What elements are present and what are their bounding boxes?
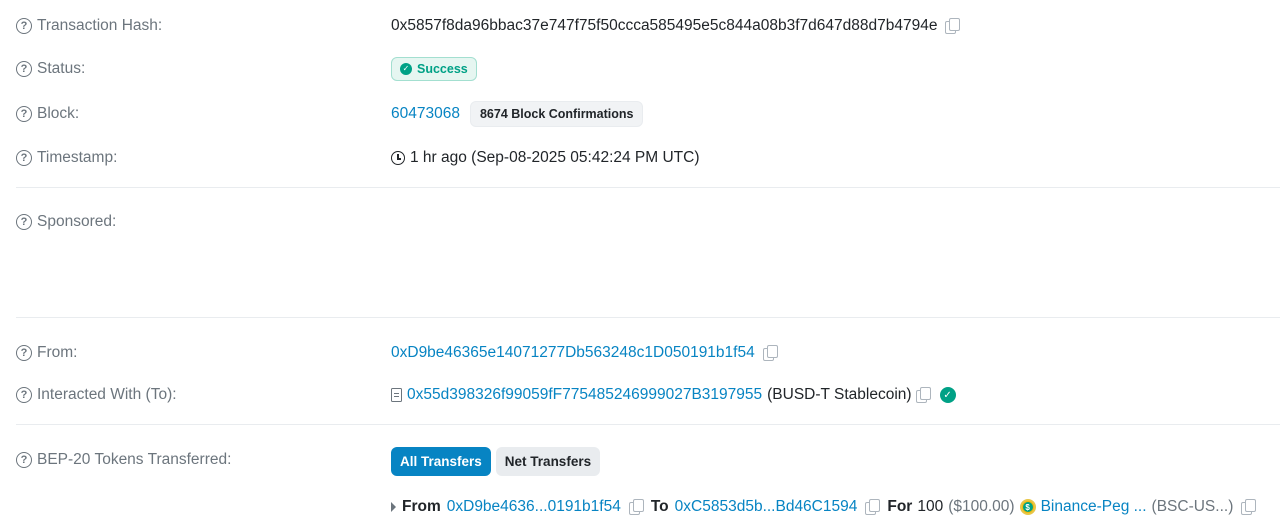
- from-label: ? From:: [16, 344, 376, 362]
- copy-icon[interactable]: [628, 499, 644, 515]
- copy-icon[interactable]: [865, 499, 881, 515]
- tx-hash-label: ? Transaction Hash:: [16, 17, 376, 35]
- status-label: ? Status:: [16, 60, 376, 78]
- help-icon[interactable]: ?: [16, 18, 32, 34]
- tokens-tabs: All Transfers Net Transfers: [391, 447, 601, 476]
- copy-icon[interactable]: [1241, 499, 1257, 515]
- help-icon[interactable]: ?: [16, 106, 32, 122]
- help-icon[interactable]: ?: [16, 452, 32, 468]
- transfer-row: From 0xD9be4636...0191b1f54 To 0xC5853d5…: [16, 495, 1280, 519]
- transfer-from-label: From: [402, 498, 441, 515]
- divider: [16, 187, 1280, 188]
- block-row: ? Block: 60473068 8674 Block Confirmatio…: [16, 101, 1280, 127]
- tx-hash-text: 0x5857f8da96bbac37e747f75f50ccca585495e5…: [391, 17, 938, 34]
- block-number-link[interactable]: 60473068: [391, 105, 460, 123]
- timestamp-label: ? Timestamp:: [16, 149, 376, 167]
- contract-file-icon: [391, 388, 402, 402]
- interacted-label: ? Interacted With (To):: [16, 386, 376, 404]
- tokens-label: ? BEP-20 Tokens Transferred:: [16, 451, 376, 469]
- from-row: ? From: 0xD9be46365e14071277Db563248c1D0…: [16, 341, 1280, 365]
- token-logo-icon: $: [1019, 499, 1036, 515]
- status-value: ✓ Success: [391, 57, 477, 81]
- token-symbol: (BSC-US...): [1151, 498, 1234, 515]
- tx-hash-value: 0x5857f8da96bbac37e747f75f50ccca585495e5…: [391, 17, 961, 35]
- contract-name: (BUSD-T Stablecoin): [767, 386, 912, 403]
- timestamp-value: 1 hr ago (Sep-08-2025 05:42:24 PM UTC): [391, 149, 700, 167]
- help-icon[interactable]: ?: [16, 345, 32, 361]
- help-icon[interactable]: ?: [16, 61, 32, 77]
- copy-icon[interactable]: [762, 345, 778, 361]
- block-confirmations-badge: 8674 Block Confirmations: [469, 101, 644, 127]
- transfer-from-link[interactable]: 0xD9be4636...0191b1f54: [447, 498, 621, 516]
- check-circle-icon: ✓: [400, 63, 412, 75]
- interacted-value: 0x55d398326f99059fF775485246999027B31979…: [391, 386, 956, 404]
- transfer-amount: 100: [917, 498, 944, 515]
- transfer-for-label: For: [887, 498, 913, 515]
- interacted-row: ? Interacted With (To): 0x55d398326f9905…: [16, 383, 1280, 407]
- verified-check-icon: ✓: [939, 387, 956, 403]
- block-label: ? Block:: [16, 105, 376, 123]
- clock-icon: [391, 151, 405, 165]
- tab-net-transfers[interactable]: Net Transfers: [495, 447, 601, 476]
- tx-hash-row: ? Transaction Hash: 0x5857f8da96bbac37e7…: [16, 14, 1280, 38]
- help-icon[interactable]: ?: [16, 214, 32, 230]
- timestamp-row: ? Timestamp: 1 hr ago (Sep-08-2025 05:42…: [16, 146, 1280, 170]
- from-value: 0xD9be46365e14071277Db563248c1D050191b1f…: [391, 344, 778, 362]
- sponsored-label: ? Sponsored:: [16, 213, 376, 231]
- status-badge: ✓ Success: [391, 57, 477, 81]
- help-icon[interactable]: ?: [16, 387, 32, 403]
- tokens-row: ? BEP-20 Tokens Transferred: All Transfe…: [16, 447, 1280, 476]
- divider: [16, 424, 1280, 425]
- from-address-link[interactable]: 0xD9be46365e14071277Db563248c1D050191b1f…: [391, 344, 755, 362]
- transfer-to-label: To: [650, 498, 669, 515]
- contract-address-link[interactable]: 0x55d398326f99059fF775485246999027B31979…: [407, 386, 762, 404]
- copy-icon[interactable]: [945, 18, 961, 34]
- help-icon[interactable]: ?: [16, 150, 32, 166]
- status-row: ? Status: ✓ Success: [16, 57, 1280, 81]
- token-name-link[interactable]: Binance-Peg ...: [1041, 498, 1147, 516]
- block-value: 60473068 8674 Block Confirmations: [391, 101, 644, 127]
- tab-all-transfers[interactable]: All Transfers: [391, 447, 491, 476]
- copy-icon[interactable]: [915, 387, 931, 403]
- transfer-line: From 0xD9be4636...0191b1f54 To 0xC5853d5…: [391, 498, 1257, 516]
- divider: [16, 317, 1280, 318]
- transfer-to-link[interactable]: 0xC5853d5b...Bd46C1594: [675, 498, 858, 516]
- transfer-usd-value: ($100.00): [948, 498, 1015, 515]
- expand-caret-icon[interactable]: [391, 502, 396, 512]
- sponsored-row: ? Sponsored:: [16, 210, 1280, 234]
